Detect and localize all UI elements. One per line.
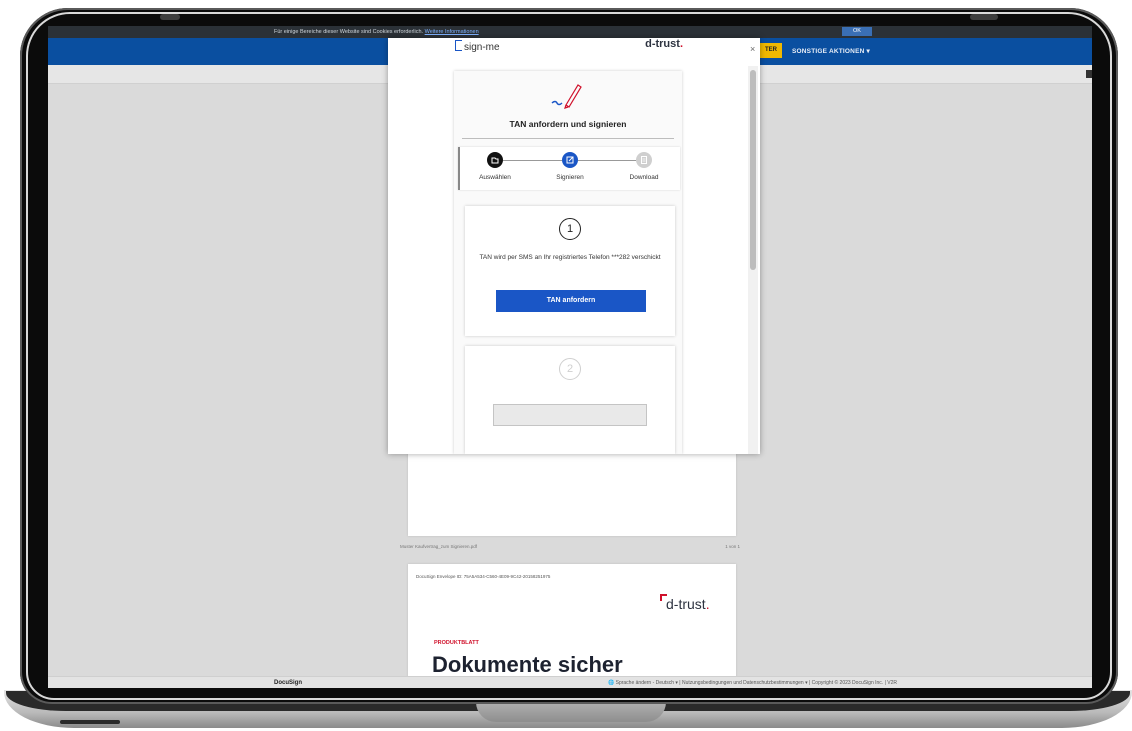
step-download-icon: [636, 152, 652, 168]
step-label-sign: Signieren: [556, 174, 584, 181]
document-icon[interactable]: [1086, 70, 1092, 78]
step-sign-icon: [562, 152, 578, 168]
finish-button[interactable]: TER: [760, 43, 782, 58]
envelope-id: DocuSign Envelope ID: 75A5A534-C560-4E09…: [416, 574, 551, 579]
step-progress: Auswählen Signieren Download: [458, 147, 680, 190]
modal-scrollbar[interactable]: [748, 66, 758, 454]
page-filename: Muster Kaufvertrag_zum Signieren.pdf: [400, 544, 478, 549]
step-number: 2: [559, 358, 581, 380]
dtrust-logo-dot: .: [679, 38, 683, 50]
cookie-ok-button[interactable]: OK: [842, 27, 872, 36]
signing-modal: sign-me d-trust. × TAN anfordern und sig…: [388, 38, 760, 454]
signme-logo-text: sign-me: [464, 42, 500, 53]
modal-header: sign-me d-trust.: [449, 38, 687, 60]
page-caption: Muster Kaufvertrag_zum Signieren.pdf 1 v…: [400, 544, 740, 552]
footer: DocuSign 🌐 Sprache ändern - Deutsch ▾ | …: [48, 676, 1092, 688]
card-title: TAN anfordern und signieren: [509, 119, 627, 129]
request-tan-button[interactable]: TAN anfordern: [496, 290, 646, 312]
cookie-text: Für einige Bereiche dieser Website sind …: [274, 26, 479, 38]
signme-logo-icon: [455, 40, 462, 51]
page-counter: 1 von 1: [725, 544, 740, 549]
dtrust-logo-dot: .: [705, 596, 710, 612]
tan-entry-card: 2: [465, 346, 675, 454]
signing-card: TAN anfordern und signieren Auswählen Si…: [454, 71, 682, 454]
cookie-info-link[interactable]: Weitere Informationen: [425, 29, 479, 35]
tan-input[interactable]: [493, 404, 647, 426]
footer-brand: DocuSign: [274, 680, 302, 686]
dtrust-logo-text: d-trust: [666, 596, 706, 612]
divider: [462, 138, 674, 139]
product-label: PRODUKTBLATT: [434, 640, 479, 646]
close-icon[interactable]: ×: [750, 44, 755, 54]
step-number: 1: [559, 218, 581, 240]
dtrust-logo: d-trust.: [645, 38, 683, 50]
screen: Für einige Bereiche dieser Website sind …: [48, 26, 1092, 688]
laptop-notch: [476, 702, 666, 722]
step-connector: [503, 160, 562, 161]
document-headline: Dokumente sicher: [432, 652, 623, 677]
scrollbar-thumb[interactable]: [750, 70, 756, 270]
step-connector: [578, 160, 636, 161]
sensor-icon: [970, 14, 998, 20]
document-page-2: DocuSign Envelope ID: 75A5A534-C560-4E09…: [408, 564, 736, 688]
more-actions-menu[interactable]: SONSTIGE AKTIONEN ▾: [792, 47, 870, 55]
tan-request-card: 1 TAN wird per SMS an Ihr registriertes …: [465, 206, 675, 336]
step-select-icon: [487, 152, 503, 168]
dtrust-logo-text: d-trust: [645, 38, 680, 50]
tan-info-text: TAN wird per SMS an Ihr registriertes Te…: [479, 254, 661, 261]
laptop-indicator: [60, 720, 120, 724]
cookie-banner: Für einige Bereiche dieser Website sind …: [48, 26, 1092, 38]
camera-icon: [160, 14, 180, 20]
step-label-select: Auswählen: [479, 174, 511, 181]
cookie-message: Für einige Bereiche dieser Website sind …: [274, 29, 424, 35]
step-label-download: Download: [629, 174, 659, 181]
pen-icon: [551, 84, 582, 109]
footer-links[interactable]: 🌐 Sprache ändern - Deutsch ▾ | Nutzungsb…: [608, 677, 897, 688]
dtrust-logo: d-trust.: [660, 594, 710, 612]
signme-logo: sign-me: [455, 40, 500, 53]
